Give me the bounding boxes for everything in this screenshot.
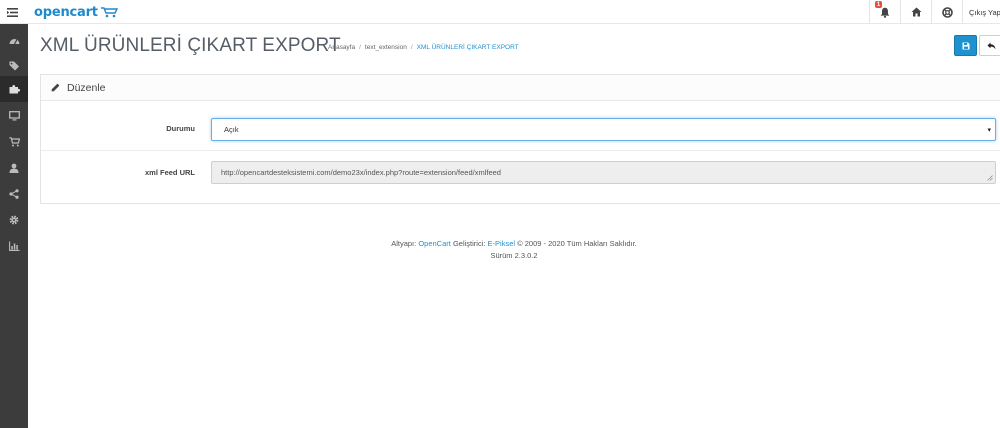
sidebar-item-design[interactable] [0, 103, 28, 129]
breadcrumb-extension[interactable]: text_extension [365, 44, 407, 51]
sidebar-item-dashboard[interactable] [0, 27, 28, 53]
cart-logo-icon [100, 7, 118, 18]
feed-url-form-row: xml Feed URL http://opencartdesteksistem… [41, 152, 1000, 204]
breadcrumb-separator: / [410, 44, 413, 51]
menu-icon [6, 7, 18, 17]
sidebar-item-sales[interactable] [0, 129, 28, 155]
status-form-row: Durumu Açık ▾ [41, 101, 1000, 151]
user-icon [9, 163, 19, 173]
notification-badge: 1 [875, 1, 882, 8]
store-home-button[interactable] [900, 0, 931, 24]
dashboard-icon [9, 38, 19, 44]
footer-credits-line: Altyapı: OpenCart Geliştirici: E-Piksel … [28, 238, 1000, 250]
pencil-icon [51, 83, 60, 92]
breadcrumb-home[interactable]: Anasayfa [328, 44, 355, 51]
status-select[interactable]: Açık ▾ [211, 118, 996, 141]
bar-chart-icon [8, 241, 19, 251]
opencart-logo[interactable]: opencart [34, 2, 120, 22]
status-label: Durumu [166, 124, 195, 133]
footer-copyright: © 2009 - 2020 Tüm Hakları Saklıdır. [517, 239, 637, 248]
feed-url-field[interactable]: http://opencartdesteksistemi.com/demo23x… [211, 161, 996, 184]
logo-text: opencart [34, 4, 98, 20]
top-header: opencart 1 Çıkış Yap [0, 0, 1000, 24]
edit-panel: Düzenle Durumu Açık ▾ xml Feed URL http:… [40, 74, 1000, 204]
back-button[interactable] [979, 35, 1000, 56]
notifications-button[interactable]: 1 [869, 0, 900, 24]
breadcrumb: Anasayfa / text_extension / XML ÜRÜNLERİ… [328, 44, 519, 51]
sidebar-item-system[interactable] [0, 207, 28, 233]
main-content: XML ÜRÜNLERİ ÇIKART EXPORT Anasayfa / te… [28, 24, 1000, 428]
help-button[interactable] [931, 0, 962, 24]
footer-developer-prefix: Geliştirici: [452, 239, 486, 248]
sidebar-item-reports[interactable] [0, 233, 28, 259]
feed-url-value: http://opencartdesteksistemi.com/demo23x… [221, 168, 501, 177]
sidebar-item-customers[interactable] [0, 155, 28, 181]
panel-heading: Düzenle [41, 75, 1000, 101]
reply-icon [987, 42, 996, 49]
menu-toggle-button[interactable] [0, 0, 24, 24]
tags-icon [9, 61, 19, 71]
puzzle-icon [9, 84, 20, 94]
breadcrumb-current[interactable]: XML ÜRÜNLERİ ÇIKART EXPORT [417, 44, 519, 51]
gear-icon [9, 215, 19, 225]
footer: Altyapı: OpenCart Geliştirici: E-Piksel … [28, 238, 1000, 262]
page-title: XML ÜRÜNLERİ ÇIKART EXPORT [40, 35, 341, 56]
sidebar [0, 24, 28, 428]
footer-prefix: Altyapı: [391, 239, 417, 248]
chevron-down-icon: ▾ [987, 127, 991, 134]
status-selected-value: Açık [224, 125, 239, 134]
developer-link[interactable]: E-Piksel [488, 239, 516, 248]
resize-handle-icon[interactable] [987, 175, 993, 181]
home-icon [911, 7, 921, 17]
sidebar-item-marketing[interactable] [0, 181, 28, 207]
panel-title: Düzenle [67, 81, 106, 94]
monitor-icon [8, 111, 20, 121]
share-icon [9, 189, 19, 199]
feed-url-label: xml Feed URL [144, 168, 195, 177]
footer-version: Sürüm 2.3.0.2 [490, 251, 538, 260]
shopping-cart-icon [8, 137, 20, 147]
breadcrumb-separator: / [359, 44, 361, 51]
floppy-disk-icon [962, 42, 969, 49]
save-button[interactable] [954, 35, 977, 56]
sidebar-item-extensions[interactable] [0, 76, 28, 102]
bell-icon [880, 7, 890, 18]
opencart-link[interactable]: OpenCart [418, 239, 451, 248]
logout-label: Çıkış Yap [969, 7, 1000, 17]
logout-link[interactable]: Çıkış Yap [962, 0, 1000, 24]
life-ring-icon [941, 6, 953, 18]
